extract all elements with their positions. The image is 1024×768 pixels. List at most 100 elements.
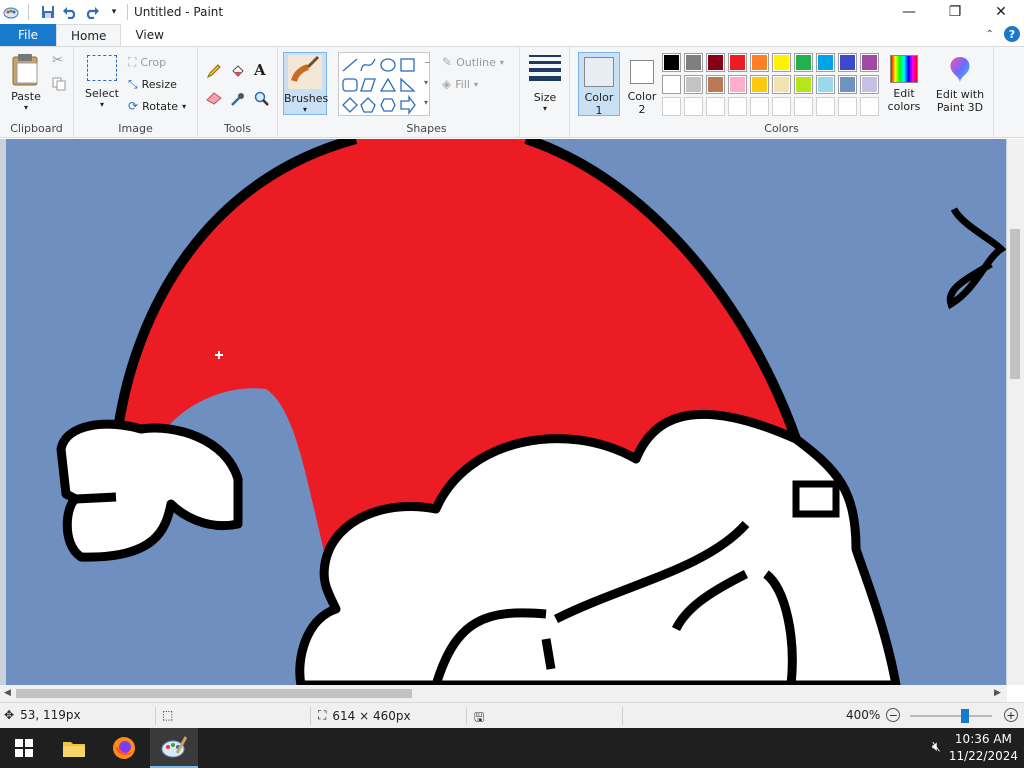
paint3d-icon bbox=[950, 57, 970, 83]
zoom-slider-thumb[interactable] bbox=[961, 709, 969, 723]
fill-button[interactable]: ◈ Fill ▾ bbox=[442, 77, 478, 91]
vertical-scroll-thumb[interactable] bbox=[1010, 229, 1020, 379]
custom-color-slot[interactable] bbox=[750, 97, 769, 116]
taskbar-paint[interactable] bbox=[150, 728, 198, 768]
minimize-button[interactable]: — bbox=[886, 0, 932, 24]
redo-icon[interactable] bbox=[83, 3, 101, 21]
help-icon[interactable]: ? bbox=[1004, 26, 1020, 42]
magnifier-icon[interactable] bbox=[254, 91, 270, 110]
clock-date: 11/22/2024 bbox=[948, 749, 1018, 763]
palette-swatch[interactable] bbox=[684, 75, 703, 94]
volume-muted-icon[interactable]: 🔇︎ bbox=[932, 739, 941, 755]
vertical-scrollbar[interactable] bbox=[1007, 139, 1024, 685]
restore-button[interactable]: ❐ bbox=[932, 0, 978, 24]
palette-swatch[interactable] bbox=[816, 75, 835, 94]
custom-color-slot[interactable] bbox=[794, 97, 813, 116]
customize-quick-access-icon[interactable]: ▾ bbox=[105, 3, 123, 21]
image-size: 614 × 460px bbox=[332, 708, 411, 723]
palette-swatch[interactable] bbox=[794, 75, 813, 94]
fill-bucket-icon[interactable] bbox=[230, 63, 246, 82]
taskbar-clock[interactable]: 10:36 AM 11/22/2024 bbox=[949, 731, 1018, 765]
color2-swatch bbox=[630, 60, 654, 84]
palette-swatch[interactable] bbox=[728, 53, 747, 72]
copy-icon[interactable] bbox=[52, 77, 66, 94]
eraser-icon[interactable] bbox=[206, 91, 222, 108]
start-button[interactable] bbox=[0, 728, 48, 768]
palette-swatch[interactable] bbox=[860, 75, 879, 94]
horizontal-scroll-thumb[interactable] bbox=[16, 689, 412, 698]
outline-button[interactable]: ✎ Outline ▾ bbox=[442, 55, 504, 69]
resize-button[interactable]: ⤡ Resize bbox=[128, 77, 177, 92]
palette-swatch[interactable] bbox=[772, 75, 791, 94]
palette-swatch[interactable] bbox=[662, 75, 681, 94]
image-size-icon: ⛶ bbox=[318, 708, 327, 722]
rotate-label: Rotate bbox=[142, 99, 179, 113]
close-button[interactable]: ✕ bbox=[978, 0, 1024, 24]
palette-swatch[interactable] bbox=[684, 53, 703, 72]
palette-swatch[interactable] bbox=[750, 53, 769, 72]
custom-color-slot[interactable] bbox=[838, 97, 857, 116]
tab-view[interactable]: View bbox=[121, 24, 177, 46]
taskbar-firefox[interactable] bbox=[100, 728, 148, 768]
custom-color-slot[interactable] bbox=[728, 97, 747, 116]
text-icon[interactable]: A bbox=[254, 61, 266, 79]
paste-button[interactable]: Paste ▾ bbox=[6, 51, 46, 115]
tab-file[interactable]: File bbox=[0, 24, 56, 46]
paint-app-icon[interactable] bbox=[2, 3, 20, 21]
color2-button[interactable]: Color 2 bbox=[622, 52, 662, 116]
color-picker-icon[interactable] bbox=[230, 91, 246, 110]
resize-icon: ⤡ bbox=[128, 77, 138, 91]
palette-swatch[interactable] bbox=[728, 75, 747, 94]
shapes-group-label: Shapes bbox=[406, 122, 447, 135]
zoom-slider[interactable] bbox=[910, 709, 992, 723]
brushes-button[interactable]: Brushes ▾ bbox=[283, 52, 329, 115]
shapes-scroll[interactable]: − ▾ ▾ bbox=[424, 53, 431, 113]
title-bar: ▾ Untitled - Paint — ❐ ✕ bbox=[0, 0, 1024, 24]
palette-swatch[interactable] bbox=[706, 75, 725, 94]
horizontal-scrollbar[interactable]: ◀ ▶ bbox=[0, 685, 1007, 702]
custom-color-slot[interactable] bbox=[860, 97, 879, 116]
custom-color-slot[interactable] bbox=[706, 97, 725, 116]
palette-row-3 bbox=[662, 97, 879, 116]
edit-with-paint3d-button[interactable]: Edit with Paint 3D bbox=[930, 55, 990, 114]
pencil-icon[interactable] bbox=[206, 63, 222, 82]
color1-button[interactable]: Color 1 bbox=[578, 52, 620, 117]
palette-swatch[interactable] bbox=[662, 53, 681, 72]
palette-swatch[interactable] bbox=[794, 53, 813, 72]
taskbar-file-explorer[interactable] bbox=[50, 728, 98, 768]
scroll-right-icon[interactable]: ▶ bbox=[994, 688, 1001, 698]
edit-colors-button[interactable]: Edit colors bbox=[882, 55, 926, 113]
size-button[interactable]: Size ▾ bbox=[528, 55, 562, 113]
image-group: Select ▾ ⛶ Crop ⤡ Resize ⟳ Rotate ▾ Imag… bbox=[74, 47, 198, 137]
drawing-canvas[interactable] bbox=[6, 139, 1006, 685]
palette-swatch[interactable] bbox=[772, 53, 791, 72]
clipboard-group-label: Clipboard bbox=[10, 122, 63, 135]
palette-swatch[interactable] bbox=[706, 53, 725, 72]
size-group: Size ▾ bbox=[520, 47, 570, 137]
brushes-label: Brushes bbox=[284, 92, 329, 105]
shapes-gallery[interactable] bbox=[338, 52, 430, 116]
palette-swatch[interactable] bbox=[838, 53, 857, 72]
palette-swatch[interactable] bbox=[750, 75, 769, 94]
palette-swatch[interactable] bbox=[816, 53, 835, 72]
collapse-ribbon-icon[interactable]: ⌃ bbox=[986, 29, 994, 40]
rotate-button[interactable]: ⟳ Rotate ▾ bbox=[128, 99, 186, 113]
custom-color-slot[interactable] bbox=[772, 97, 791, 116]
color-spectrum-icon bbox=[890, 55, 918, 83]
custom-color-slot[interactable] bbox=[816, 97, 835, 116]
image-group-label: Image bbox=[118, 122, 153, 135]
select-button[interactable]: Select ▾ bbox=[82, 53, 122, 109]
crop-button[interactable]: ⛶ Crop bbox=[128, 55, 166, 70]
palette-swatch[interactable] bbox=[838, 75, 857, 94]
cut-icon[interactable]: ✂ bbox=[52, 53, 63, 68]
scroll-left-icon[interactable]: ◀ bbox=[4, 688, 11, 698]
palette-swatch[interactable] bbox=[860, 53, 879, 72]
zoom-in-icon[interactable]: + bbox=[1004, 708, 1018, 722]
tab-home[interactable]: Home bbox=[56, 24, 122, 46]
custom-color-slot[interactable] bbox=[662, 97, 681, 116]
undo-icon[interactable] bbox=[61, 3, 79, 21]
custom-color-slot[interactable] bbox=[684, 97, 703, 116]
zoom-out-icon[interactable]: − bbox=[886, 708, 901, 722]
cursor-position: 53, 119px bbox=[20, 708, 81, 722]
save-icon[interactable] bbox=[39, 3, 57, 21]
